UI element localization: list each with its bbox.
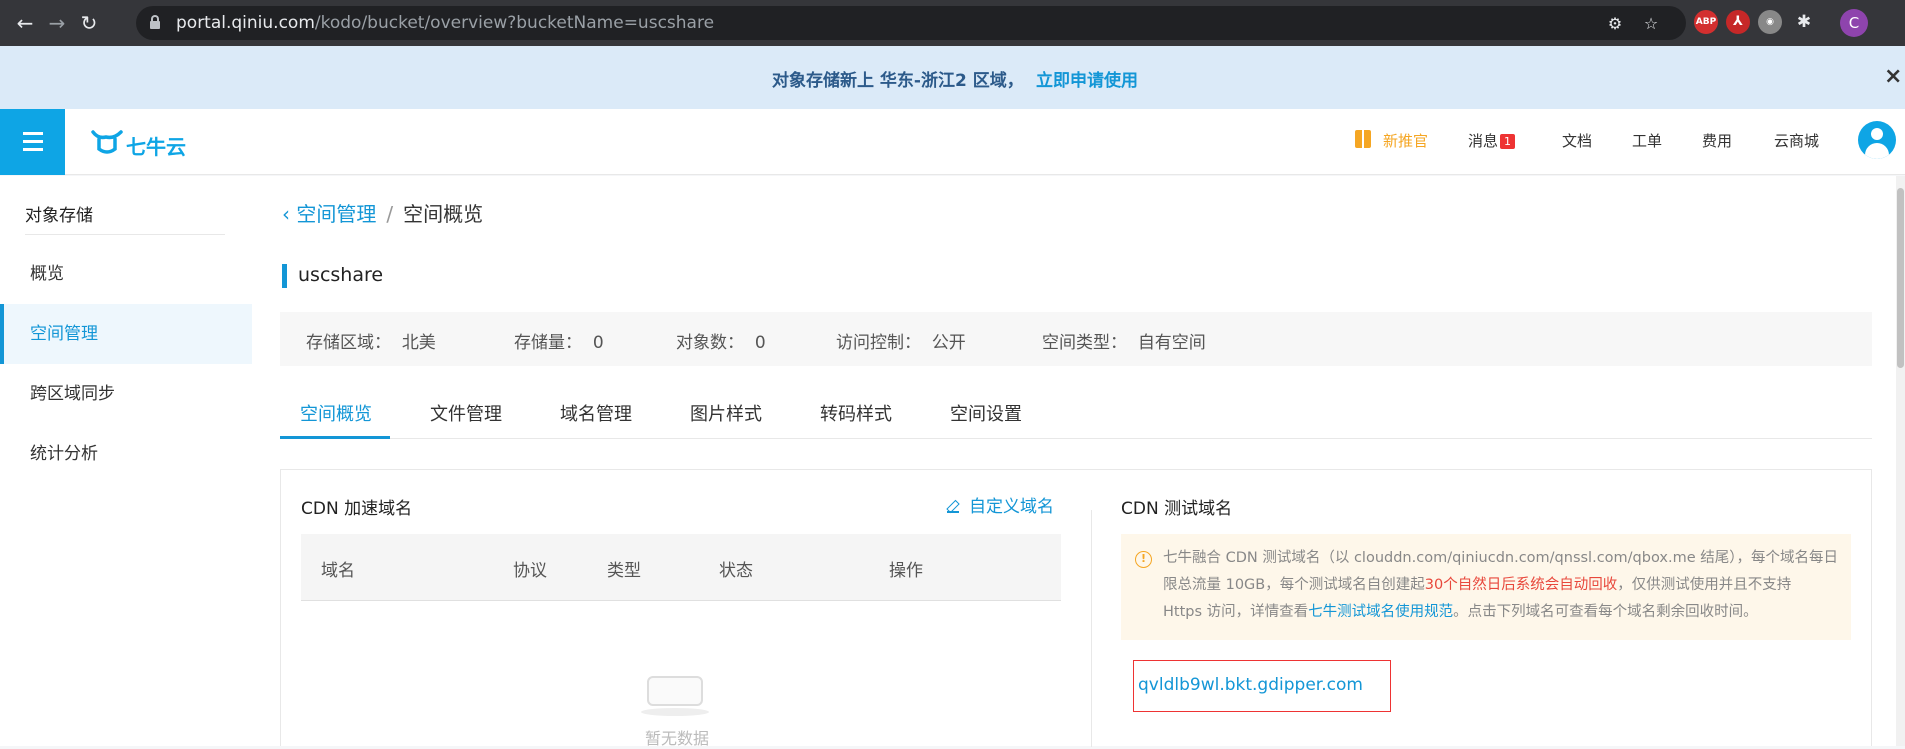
- divider: [25, 234, 225, 235]
- empty-inbox-icon: [641, 668, 709, 716]
- column-domain: 域名: [321, 561, 355, 581]
- test-domain-item[interactable]: qvldlb9wl.bkt.gdipper.com: [1133, 660, 1391, 712]
- scrollbar-thumb[interactable]: [1897, 188, 1904, 368]
- breadcrumb-back-link[interactable]: ‹ 空间管理: [282, 202, 376, 226]
- test-domain-policy-link[interactable]: 七牛测试域名使用规范: [1308, 604, 1453, 620]
- test-domain-link[interactable]: qvldlb9wl.bkt.gdipper.com: [1138, 675, 1363, 695]
- active-tab-indicator: [280, 436, 390, 439]
- profile-avatar[interactable]: C: [1840, 9, 1868, 37]
- column-protocol: 协议: [513, 561, 547, 581]
- message-count-badge: 1: [1500, 134, 1516, 149]
- domains-table-header: 域名 协议 类型 状态 操作: [301, 534, 1061, 601]
- column-actions: 操作: [889, 561, 923, 581]
- custom-domain-button[interactable]: 自定义域名: [947, 492, 1054, 517]
- logo-icon: [91, 130, 123, 154]
- tab-bar: 空间概览 文件管理 域名管理 图片样式 转码样式 空间设置: [280, 386, 1872, 439]
- adobe-icon[interactable]: ⅄: [1726, 10, 1750, 34]
- nav-messages[interactable]: 消息 1: [1468, 130, 1516, 151]
- sidebar: 对象存储 概览 空间管理 跨区域同步 统计分析: [0, 176, 252, 746]
- breadcrumb: ‹ 空间管理 / 空间概览: [282, 202, 484, 226]
- promo-link[interactable]: 立即申请使用: [1036, 66, 1138, 91]
- info-region: 存储区域： 北美: [306, 333, 436, 353]
- title-marker: [282, 264, 287, 288]
- promo-text: 对象存储新上 华东-浙江2 区域，: [772, 71, 1024, 91]
- sidebar-item-statistics[interactable]: 统计分析: [0, 424, 252, 484]
- info-bucket-type: 空间类型： 自有空间: [1042, 333, 1206, 353]
- promo-banner: 对象存储新上 华东-浙江2 区域， 立即申请使用 ×: [0, 46, 1905, 109]
- back-arrow-icon[interactable]: ←: [12, 10, 38, 36]
- app-header: 七牛云 新推官 消息 1 文档 工单 费用 云商城: [0, 109, 1905, 175]
- bucket-info-bar: 存储区域： 北美 存储量： 0 对象数： 0 访问控制： 公开 空间类型： 自有…: [280, 312, 1872, 366]
- sync-extension-icon[interactable]: ◉: [1758, 10, 1782, 34]
- info-objects: 对象数： 0: [676, 333, 766, 353]
- tab-domain-management[interactable]: 域名管理: [560, 400, 632, 426]
- info-access-control: 访问控制： 公开: [836, 333, 966, 353]
- column-type: 类型: [607, 561, 641, 581]
- address-bar[interactable]: portal.qiniu.com/kodo/bucket/overview?bu…: [136, 6, 1686, 40]
- gift-icon: [1355, 130, 1371, 148]
- nav-new-user[interactable]: 新推官: [1383, 130, 1428, 151]
- browser-toolbar: ← → ↻ portal.qiniu.com/kodo/bucket/overv…: [0, 0, 1905, 46]
- tab-image-styles[interactable]: 图片样式: [690, 400, 762, 426]
- info-storage: 存储量： 0: [514, 333, 604, 353]
- site-settings-icon[interactable]: ⚙: [1606, 15, 1624, 33]
- nav-tickets[interactable]: 工单: [1632, 130, 1662, 151]
- sidebar-item-bucket-management[interactable]: 空间管理: [0, 304, 252, 364]
- lock-icon: [150, 15, 160, 29]
- empty-state-text: 暂无数据: [645, 729, 710, 748]
- sidebar-title: 对象存储: [25, 206, 93, 226]
- qiniu-logo[interactable]: 七牛云: [90, 127, 200, 159]
- reload-icon[interactable]: ↻: [76, 10, 102, 36]
- url-text: portal.qiniu.com/kodo/bucket/overview?bu…: [176, 13, 715, 33]
- nav-billing[interactable]: 费用: [1702, 130, 1732, 151]
- nav-marketplace[interactable]: 云商城: [1774, 130, 1819, 151]
- nav-docs[interactable]: 文档: [1562, 130, 1592, 151]
- tab-bucket-settings[interactable]: 空间设置: [950, 400, 1022, 426]
- puzzle-icon[interactable]: ✱: [1792, 10, 1816, 34]
- main-content: ‹ 空间管理 / 空间概览 uscshare 存储区域： 北美 存储量： 0 对象数…: [252, 176, 1905, 748]
- user-avatar[interactable]: [1858, 121, 1896, 159]
- test-domain-notice: ! 七牛融合 CDN 测试域名（以 clouddn.com/qiniucdn.c…: [1121, 534, 1851, 640]
- test-domains-title: CDN 测试域名: [1121, 499, 1233, 519]
- forward-arrow-icon[interactable]: →: [44, 10, 70, 36]
- page-scrollbar[interactable]: [1896, 176, 1905, 746]
- breadcrumb-current: 空间概览: [403, 202, 484, 226]
- sidebar-item-cross-region-sync[interactable]: 跨区域同步: [0, 364, 252, 424]
- divider: [1091, 510, 1092, 747]
- adblock-icon[interactable]: ABP: [1694, 10, 1718, 34]
- tab-file-management[interactable]: 文件管理: [430, 400, 502, 426]
- edit-icon: [947, 501, 959, 513]
- cdn-domains-title: CDN 加速域名: [301, 499, 413, 519]
- close-icon[interactable]: ×: [1884, 64, 1902, 89]
- bucket-name: uscshare: [298, 264, 384, 286]
- menu-icon[interactable]: [0, 109, 65, 175]
- sidebar-item-overview[interactable]: 概览: [0, 244, 252, 304]
- tab-overview[interactable]: 空间概览: [300, 400, 372, 426]
- logo-text: 七牛云: [126, 135, 186, 159]
- tab-transcode-styles[interactable]: 转码样式: [820, 400, 892, 426]
- warning-icon: !: [1135, 551, 1152, 568]
- bookmark-star-icon[interactable]: ☆: [1642, 15, 1660, 33]
- column-status: 状态: [719, 561, 753, 581]
- domains-panel: CDN 加速域名 自定义域名 域名 协议 类型 状态 操作 暂无数据 CDN 测…: [280, 469, 1872, 748]
